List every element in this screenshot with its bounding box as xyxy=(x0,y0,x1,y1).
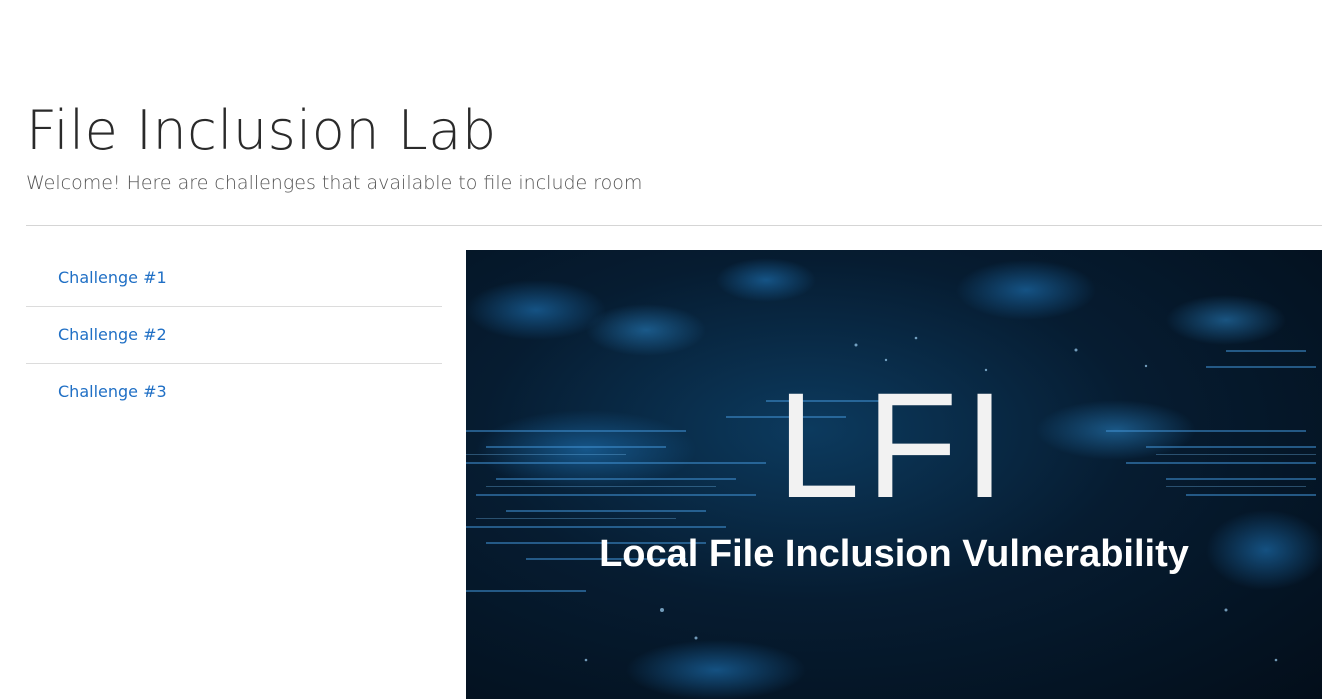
challenge-list: Challenge #1 Challenge #2 Challenge #3 xyxy=(26,250,442,420)
hero-headline: LFI xyxy=(776,361,1012,529)
header-divider xyxy=(26,225,1322,226)
challenge-link-3[interactable]: Challenge #3 xyxy=(26,364,442,420)
challenge-link-1[interactable]: Challenge #1 xyxy=(26,250,442,307)
page-header: File Inclusion Lab Welcome! Here are cha… xyxy=(26,96,1322,196)
page: File Inclusion Lab Welcome! Here are cha… xyxy=(0,0,1336,699)
challenge-link-2[interactable]: Challenge #2 xyxy=(26,307,442,364)
page-title: File Inclusion Lab xyxy=(26,99,497,162)
hero-image: LFI Local File Inclusion Vulnerability xyxy=(466,250,1322,699)
hero-caption: Local File Inclusion Vulnerability xyxy=(599,533,1189,575)
page-subtitle: Welcome! Here are challenges that availa… xyxy=(26,172,643,194)
